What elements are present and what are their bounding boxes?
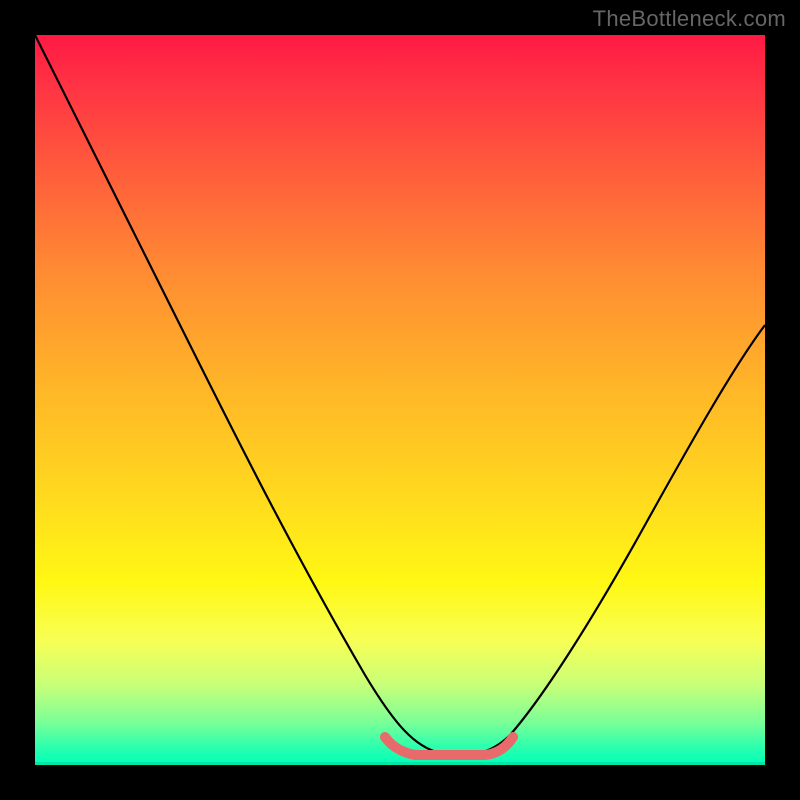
plot-area	[35, 35, 765, 765]
red-flat-segment	[385, 737, 513, 755]
watermark-text: TheBottleneck.com	[593, 6, 786, 32]
chart-frame: TheBottleneck.com	[0, 0, 800, 800]
curve-layer	[35, 35, 765, 765]
black-curve	[35, 35, 765, 756]
